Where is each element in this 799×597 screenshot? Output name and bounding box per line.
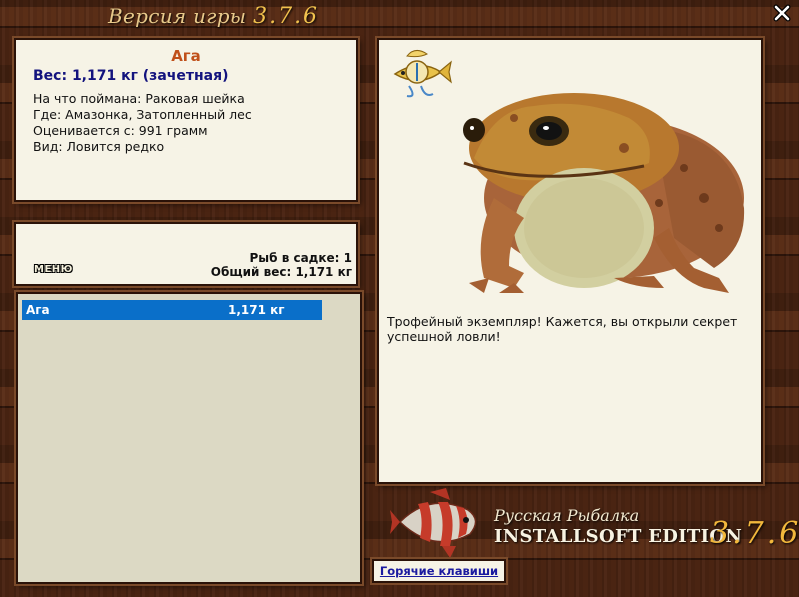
list-item-weight: 1,171 кг [228, 303, 285, 317]
fish-name: Ага [171, 47, 201, 65]
trophy-fish-icon [393, 50, 452, 98]
rarity-line: Вид: Ловится редко [33, 139, 165, 154]
location-line: Где: Амазонка, Затопленный лес [33, 107, 252, 122]
app-title: Версия игры 3.7.6 [108, 4, 319, 29]
close-button[interactable] [773, 4, 791, 22]
fish-detail-panel: Трофейный экземпляр! Кажется, вы открыли… [377, 38, 763, 484]
catch-stats: Рыб в садке: 1 Общий вес: 1,171 кг [211, 251, 352, 279]
logo-version: 3.7.6 [710, 516, 799, 551]
total-weight: Общий вес: 1,171 кг [210, 265, 352, 279]
title-prefix: Версия игры [108, 4, 247, 28]
trophy-message: Трофейный экземпляр! Кажется, вы открыли… [387, 314, 738, 344]
catch-summary-panel: МЕНЮ Рыб в садке: 1 Общий вес: 1,171 кг [14, 222, 358, 286]
title-version: 3.7.6 [253, 4, 320, 29]
fish-count: Рыб в садке: 1 [249, 251, 353, 265]
game-logo: Русская Рыбалка INSTALLSOFT EDITION 3.7.… [390, 488, 798, 558]
menu-button[interactable]: МЕНЮ [34, 264, 73, 275]
close-icon [773, 4, 791, 22]
fish-list[interactable]: Ага 1,171 кг [16, 292, 362, 584]
fish-logo-icon [390, 488, 477, 558]
toad-image [463, 93, 745, 293]
logo-edition: INSTALLSOFT EDITION [494, 526, 743, 547]
logo-subtitle: Русская Рыбалка [494, 506, 640, 525]
fish-details: На что поймана: Раковая шейка Где: Амазо… [33, 91, 356, 155]
list-item[interactable]: Ага 1,171 кг [22, 300, 322, 320]
rating-line: Оценивается с: 991 грамм [33, 123, 208, 138]
title-bar: Версия игры 3.7.6 [0, 0, 799, 34]
fish-info-panel: Ага Вес: 1,171 кг (зачетная) На что пойм… [14, 38, 358, 202]
list-item-name: Ага [26, 303, 50, 317]
bait-line: На что поймана: Раковая шейка [33, 91, 245, 106]
fish-weight: Вес: 1,171 кг (зачетная) [33, 68, 229, 84]
hotkeys-button[interactable]: Горячие клавиши [372, 559, 506, 583]
